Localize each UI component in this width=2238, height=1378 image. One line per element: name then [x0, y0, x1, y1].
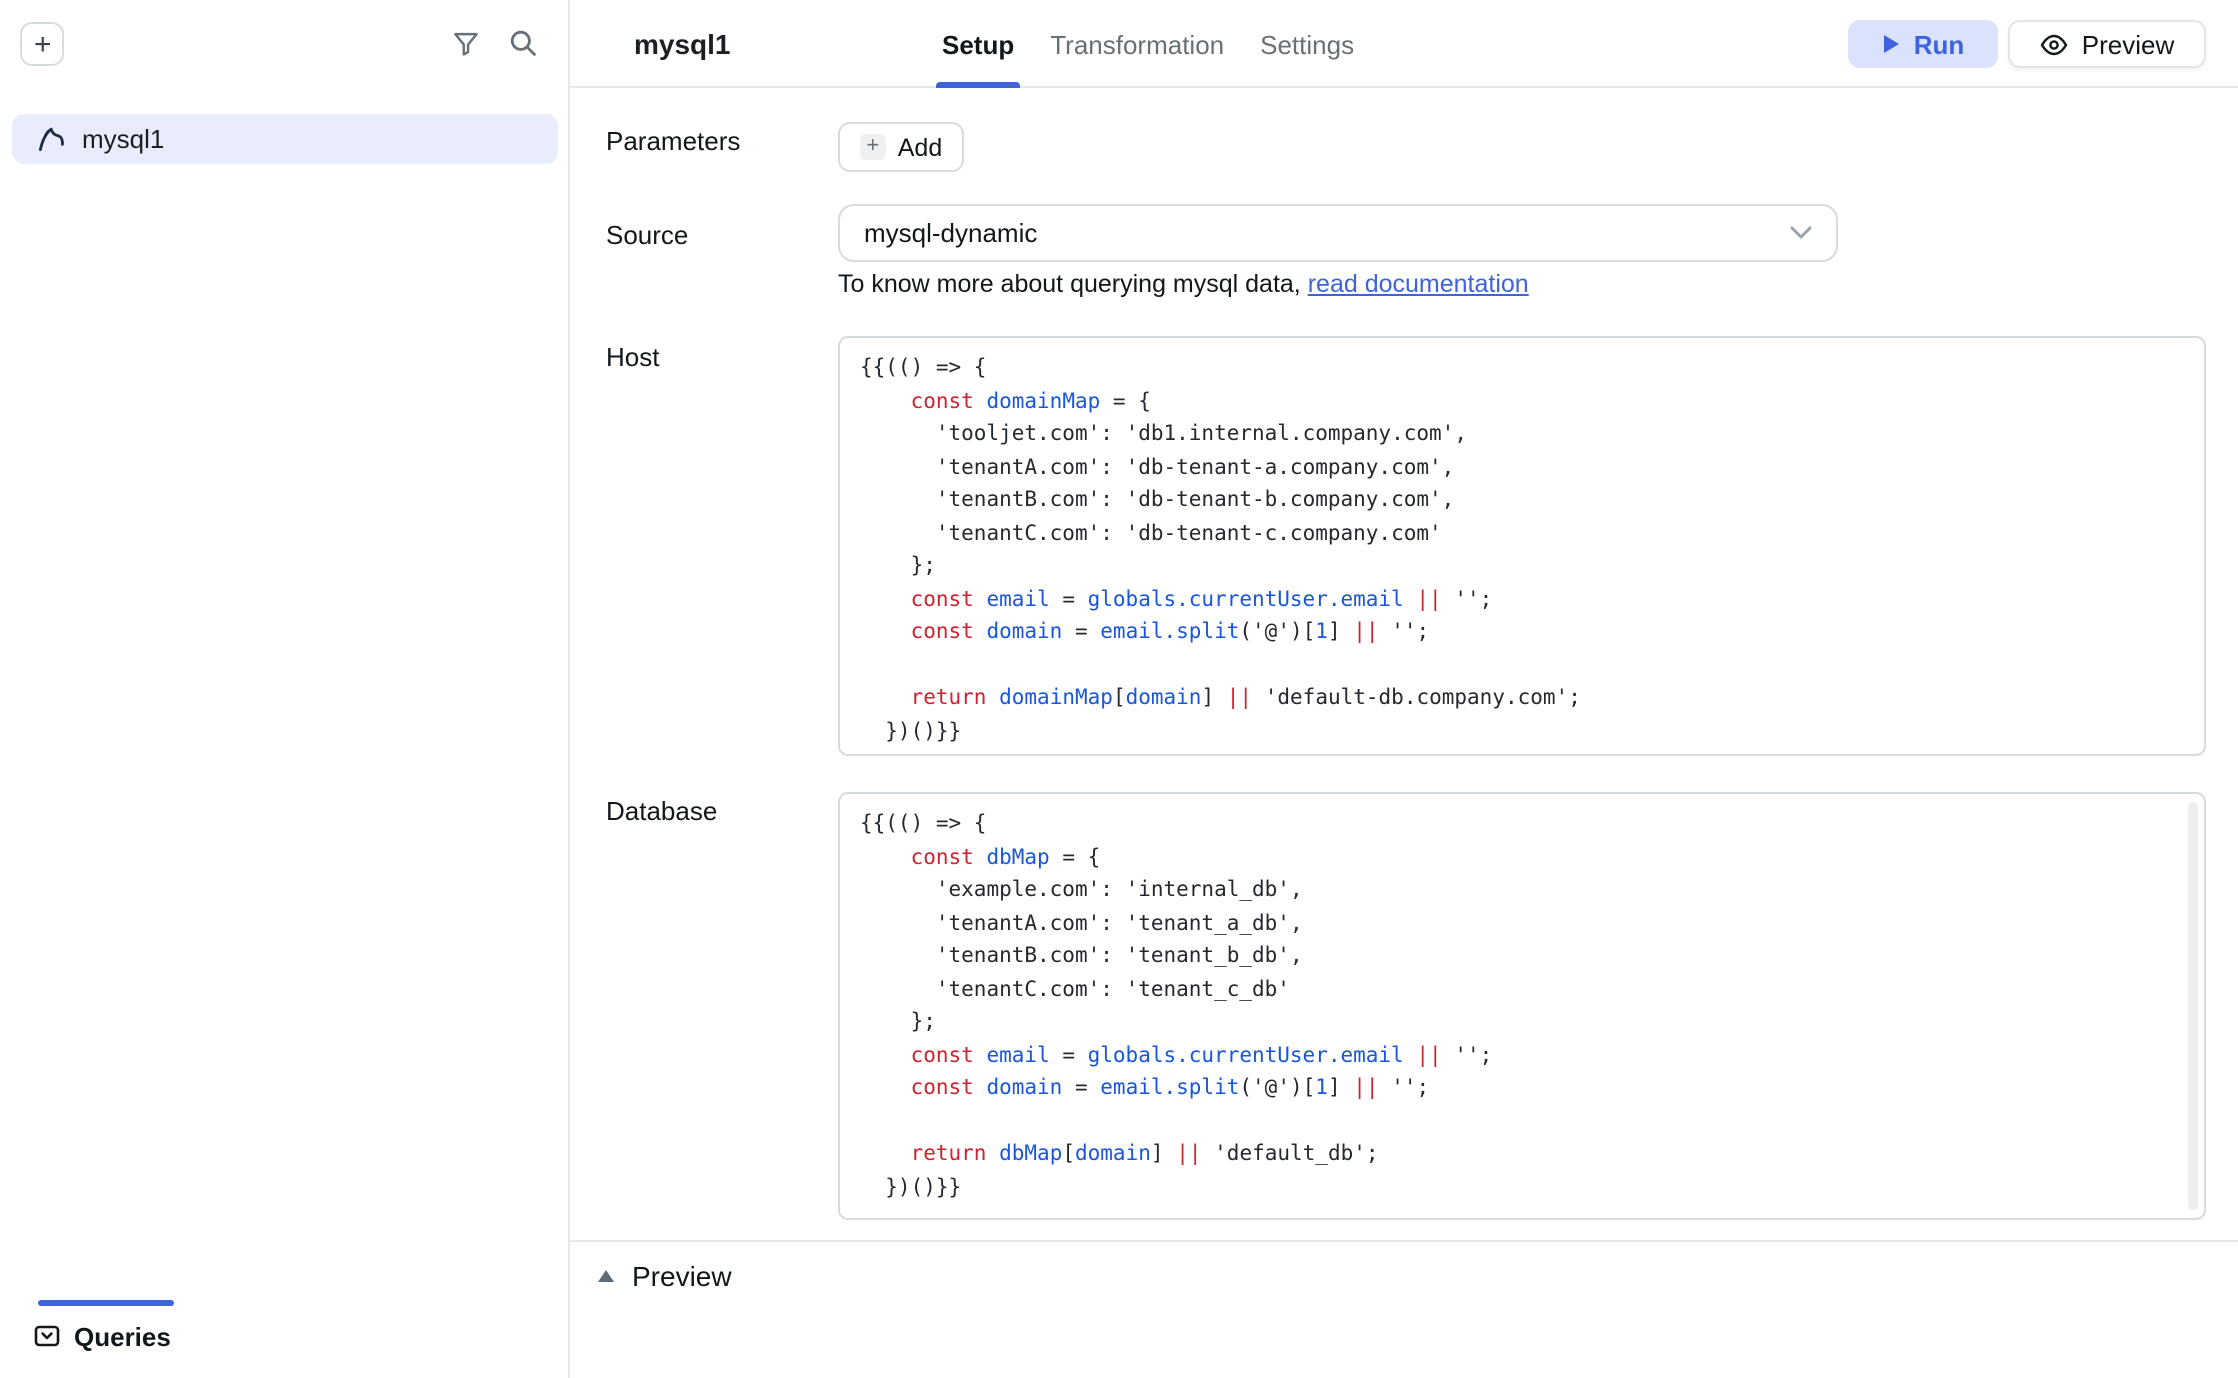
run-button[interactable]: Run	[1848, 20, 1998, 68]
app-window: + mysql1	[0, 0, 2238, 1378]
caret-up-icon	[598, 1270, 614, 1282]
query-title: mysql1	[634, 28, 731, 60]
eye-icon	[2040, 33, 2068, 55]
preview-panel-toggle[interactable]: Preview	[570, 1240, 2238, 1310]
queries-tab-label: Queries	[74, 1322, 171, 1352]
tab-transformation[interactable]: Transformation	[1050, 0, 1224, 88]
read-documentation-link[interactable]: read documentation	[1308, 270, 1529, 298]
preview-panel-label: Preview	[632, 1260, 732, 1292]
queries-icon	[34, 1324, 60, 1350]
database-code-editor[interactable]: {{(() => { const dbMap = { 'example.com'…	[838, 792, 2206, 1220]
chevron-down-icon	[1790, 226, 1812, 240]
parameters-label: Parameters	[606, 126, 740, 156]
add-parameter-button[interactable]: + Add	[838, 122, 964, 172]
queries-sidebar: + mysql1	[0, 0, 570, 1378]
run-button-label: Run	[1914, 29, 1965, 59]
host-label: Host	[606, 342, 659, 372]
query-list-item-mysql1[interactable]: mysql1	[12, 114, 558, 164]
tab-setup[interactable]: Setup	[942, 0, 1014, 88]
play-icon	[1882, 34, 1900, 54]
scrollbar[interactable]	[2188, 802, 2198, 1210]
search-icon[interactable]	[508, 28, 538, 58]
add-query-button[interactable]: +	[20, 22, 64, 66]
source-select[interactable]: mysql-dynamic	[838, 204, 1838, 262]
preview-button-label: Preview	[2082, 29, 2175, 59]
help-text: To know more about querying mysql data,	[838, 270, 1308, 298]
plus-icon: +	[860, 134, 886, 160]
header-actions: Run Preview	[1848, 20, 2206, 68]
database-label: Database	[606, 796, 717, 826]
preview-button[interactable]: Preview	[2008, 20, 2206, 68]
queries-tab-active-indicator	[38, 1300, 174, 1306]
queries-panel-tab[interactable]: Queries	[34, 1322, 171, 1352]
source-select-value: mysql-dynamic	[864, 218, 1037, 248]
filter-icon[interactable]	[452, 30, 480, 58]
editor-tabs: Setup Transformation Settings	[942, 0, 1354, 88]
mysql-icon	[36, 124, 66, 154]
query-item-label: mysql1	[82, 124, 164, 154]
query-editor-header: mysql1 Setup Transformation Settings Run	[570, 0, 2238, 88]
tab-settings[interactable]: Settings	[1260, 0, 1354, 88]
source-help-text: To know more about querying mysql data, …	[838, 270, 1529, 298]
add-parameter-label: Add	[898, 133, 943, 161]
host-code-editor[interactable]: {{(() => { const domainMap = { 'tooljet.…	[838, 336, 2206, 756]
source-label: Source	[606, 220, 688, 250]
